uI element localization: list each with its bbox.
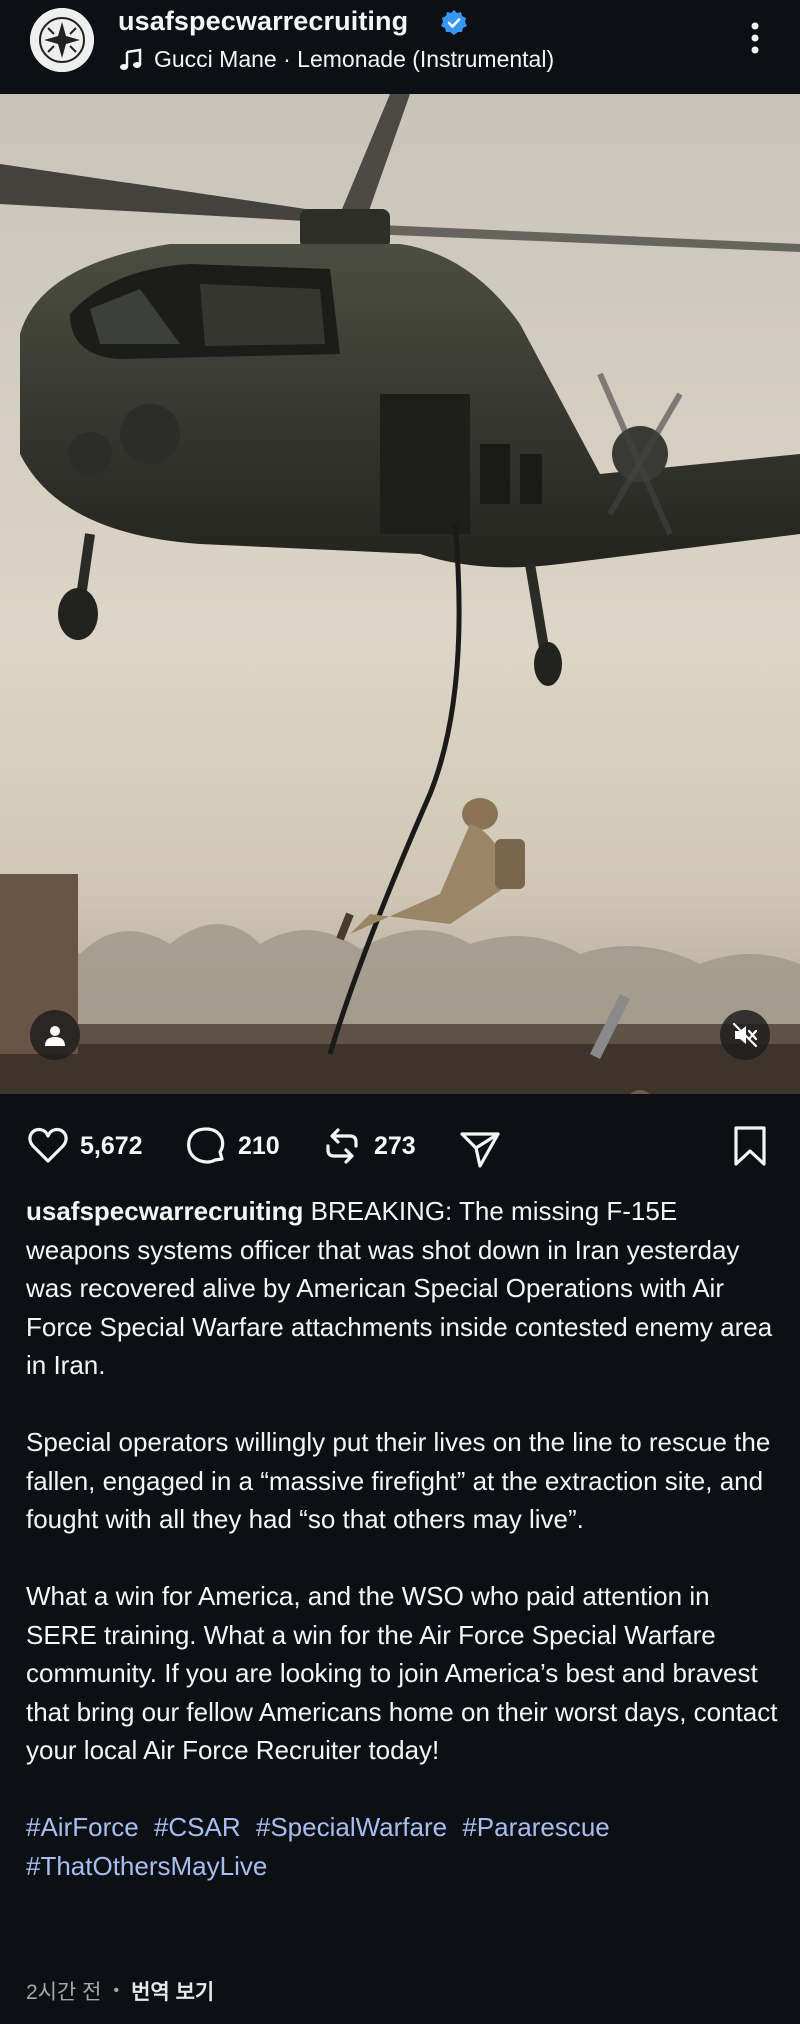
music-label: Gucci Mane · Lemonade (Instrumental): [154, 46, 555, 72]
mute-button[interactable]: [720, 1010, 770, 1060]
like-count: 5,672: [80, 1131, 143, 1160]
caption-text-3: What a win for America, and the WSO who …: [26, 1581, 778, 1765]
hashtag[interactable]: #Pararescue: [462, 1812, 609, 1842]
action-bar: 5,672 210 273: [0, 1094, 800, 1194]
comment-icon: [187, 1127, 225, 1164]
music-note-icon: [120, 48, 142, 70]
user-tag-icon: [45, 1026, 65, 1046]
caption-text-2: Special operators willingly put their li…: [26, 1427, 771, 1534]
share-button[interactable]: [458, 1126, 502, 1170]
like-button[interactable]: 5,672: [26, 1124, 143, 1168]
bookmark-icon: [734, 1126, 766, 1166]
hashtag[interactable]: #ThatOthersMayLive: [26, 1851, 267, 1881]
timestamp: 2시간 전: [26, 1981, 102, 2004]
hashtag[interactable]: #SpecialWarfare: [256, 1812, 447, 1842]
username[interactable]: usafspecwarrecruiting: [118, 6, 408, 37]
user-tag-button[interactable]: [30, 1010, 80, 1060]
audio-track[interactable]: Gucci Mane · Lemonade (Instrumental): [118, 46, 554, 73]
mute-icon: [732, 1022, 758, 1048]
verified-badge-icon: [441, 10, 467, 35]
heart-icon: [28, 1127, 68, 1163]
hashtag-list: #AirForce #CSAR #SpecialWarfare #Parares…: [26, 1808, 778, 1885]
post-meta: 2시간 전 • 번역 보기: [26, 1976, 214, 2006]
avatar[interactable]: [30, 8, 94, 72]
translate-link[interactable]: 번역 보기: [131, 1976, 214, 2006]
post-image[interactable]: [0, 94, 800, 1094]
caption-username[interactable]: usafspecwarrecruiting: [26, 1196, 303, 1226]
separator: •: [113, 1982, 120, 1999]
comment-button[interactable]: 210: [184, 1124, 280, 1168]
repost-button[interactable]: 273: [320, 1124, 416, 1168]
caption: usafspecwarrecruiting BREAKING: The miss…: [26, 1192, 778, 1924]
hashtag[interactable]: #CSAR: [154, 1812, 241, 1842]
share-icon: [460, 1132, 500, 1168]
hashtag[interactable]: #AirForce: [26, 1812, 139, 1842]
more-options-icon[interactable]: [740, 18, 770, 58]
helicopter-fastrope-image: [0, 94, 800, 1094]
repost-icon: [326, 1128, 358, 1164]
repost-count: 273: [374, 1131, 416, 1160]
comment-count: 210: [238, 1131, 280, 1160]
caption-paragraph: usafspecwarrecruiting BREAKING: The miss…: [26, 1192, 778, 1385]
post-header: usafspecwarrecruiting Gucci Mane · Lemon…: [0, 0, 800, 94]
save-button[interactable]: [728, 1124, 772, 1168]
